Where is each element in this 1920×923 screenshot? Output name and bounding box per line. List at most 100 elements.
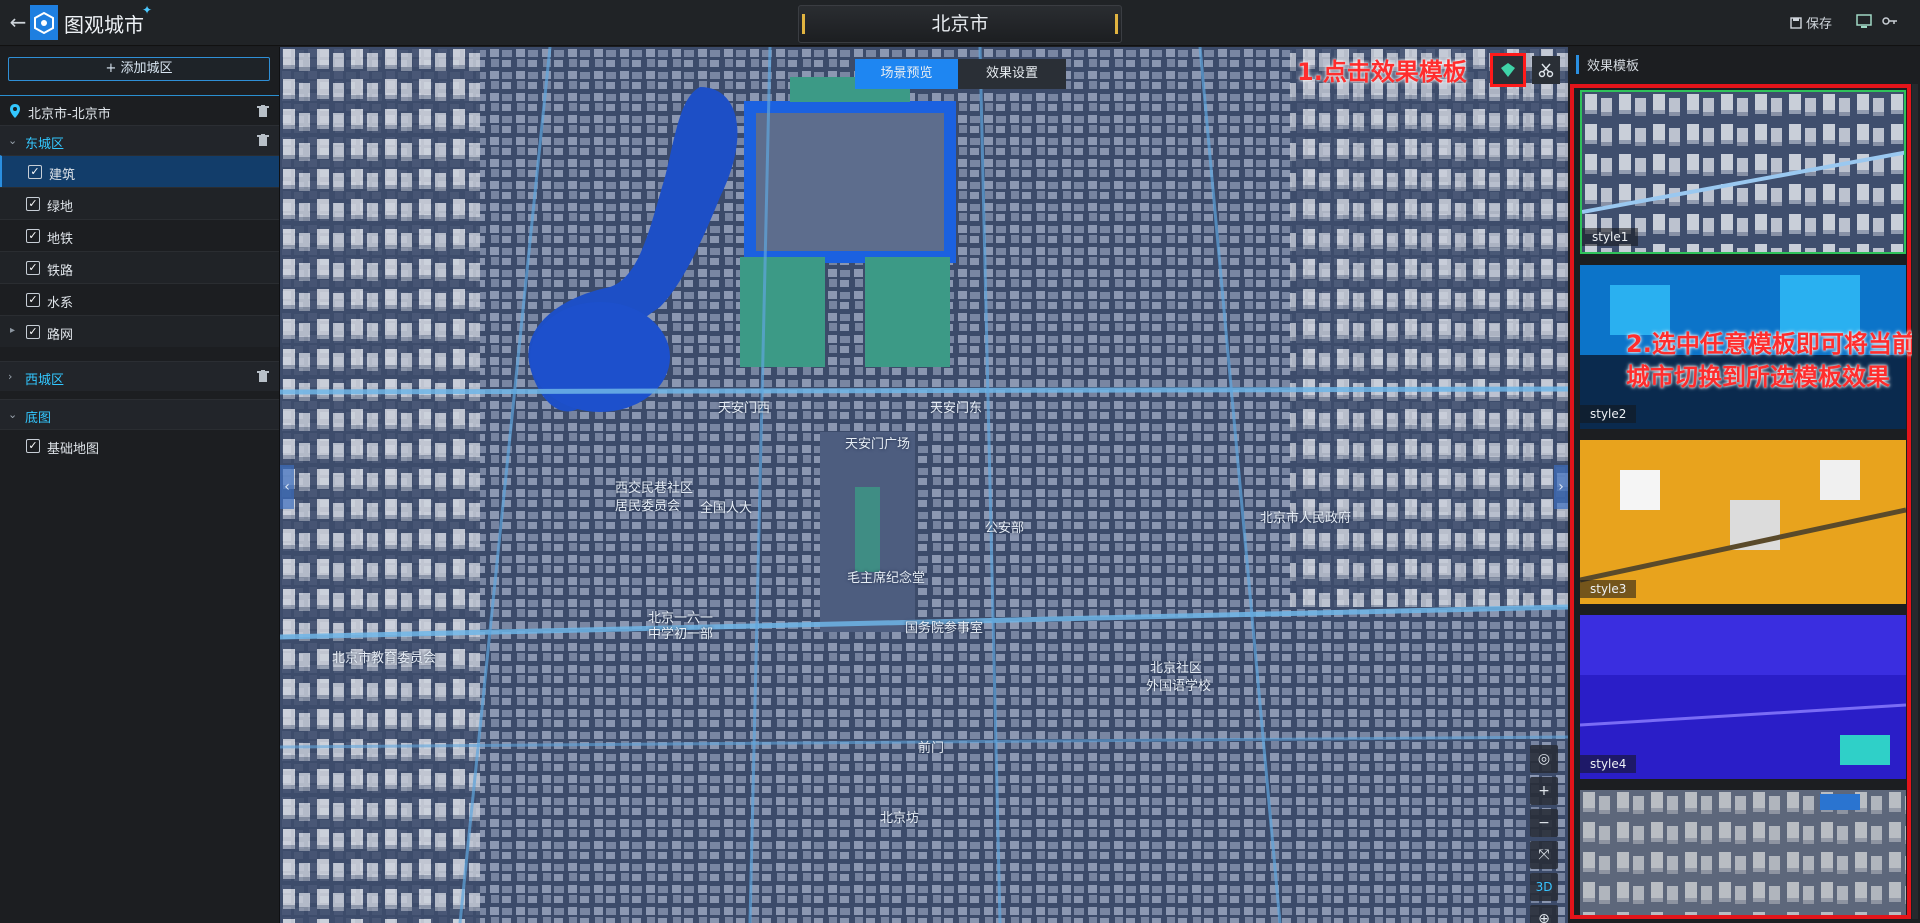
checkbox[interactable]: ✓ xyxy=(26,293,40,307)
map-label: 中学初一部 xyxy=(648,627,714,642)
map-label: 前门 xyxy=(918,741,945,756)
city-title-tab: 北京市 xyxy=(798,5,1122,43)
layer-item-greenland[interactable]: ✓ 绿地 xyxy=(0,187,279,219)
app-title: 图观城市 xyxy=(64,13,144,37)
city-label: 北京市-北京市 xyxy=(28,107,111,122)
map-label: 北京市人民政府 xyxy=(1260,511,1352,526)
add-district-button[interactable]: + 添加城区 xyxy=(8,57,270,81)
template-label: style4 xyxy=(1580,755,1637,773)
template-card-style4[interactable]: style4 xyxy=(1580,615,1906,779)
panel-scrollbar[interactable] xyxy=(1912,84,1918,919)
back-arrow-icon[interactable]: ← xyxy=(6,10,30,34)
template-list-highlight: style1 style2 style3 style4 2.选中任意模板即可将当… xyxy=(1570,84,1916,919)
checkbox[interactable]: ✓ xyxy=(28,165,42,179)
zoom-in-icon[interactable]: + xyxy=(1530,777,1558,805)
map-label: 北京社区 xyxy=(1150,661,1203,676)
template-card-style5[interactable] xyxy=(1580,790,1906,915)
tab-effect-settings[interactable]: 效果设置 xyxy=(958,59,1066,89)
group-basemap[interactable]: ⌄ 底图 xyxy=(0,399,279,429)
scissors-icon xyxy=(1538,63,1554,78)
layer-label: 绿地 xyxy=(47,200,74,215)
template-label: style1 xyxy=(1582,228,1639,246)
effect-template-panel: 效果模板 style1 style2 style3 style4 2.选中任意模… xyxy=(1568,47,1920,923)
checkbox[interactable]: ✓ xyxy=(26,439,40,453)
template-card-style3[interactable]: style3 xyxy=(1580,440,1906,604)
locate-icon[interactable]: ⊕ xyxy=(1530,905,1558,923)
template-icon xyxy=(1501,63,1515,77)
save-button[interactable]: 保存 xyxy=(1790,13,1832,32)
map-label: 外国语学校 xyxy=(1146,679,1212,694)
logo-icon xyxy=(34,11,54,34)
top-bar: ← 图观城市 ✦ 北京市 保存 xyxy=(0,0,1920,46)
layer-item-basemap[interactable]: ✓ 基础地图 xyxy=(0,429,279,461)
save-label: 保存 xyxy=(1806,17,1833,32)
3d-toggle-button[interactable]: 3D xyxy=(1530,873,1558,901)
trash-icon[interactable] xyxy=(257,134,269,147)
map-label: 全国人大 xyxy=(700,501,753,516)
checkbox[interactable]: ✓ xyxy=(26,261,40,275)
template-card-style1[interactable]: style1 xyxy=(1580,90,1906,254)
layer-label: 地铁 xyxy=(47,232,74,247)
collapse-left-arrow-icon[interactable]: ‹ xyxy=(280,465,294,509)
map-label: 天安门东 xyxy=(930,401,983,416)
app-logo xyxy=(30,5,58,40)
layer-sidebar: + 添加城区 北京市-北京市 ⌄ 东城区 ✓ 建筑 ✓ 绿地 ✓ 地铁 ✓ 铁路… xyxy=(0,47,280,923)
map-label: 天安门广场 xyxy=(845,437,911,452)
layer-item-water[interactable]: ✓ 水系 xyxy=(0,283,279,315)
annotation-step-1: 1.点击效果模板 xyxy=(1297,58,1467,86)
layer-label: 建筑 xyxy=(49,168,76,183)
map-controls: ◎ + − ⤧ 3D ⊕ xyxy=(1530,745,1558,923)
chevron-down-icon: ⌄ xyxy=(8,134,18,147)
annotation-step-2: 2.选中任意模板即可将当前城市切换到所选模板效果 xyxy=(1626,330,1916,391)
layer-label: 水系 xyxy=(47,296,74,311)
chevron-down-icon: ⌄ xyxy=(8,408,18,421)
layer-item-subway[interactable]: ✓ 地铁 xyxy=(0,219,279,251)
map-label: 公安部 xyxy=(985,521,1025,536)
city-row[interactable]: 北京市-北京市 xyxy=(0,95,279,125)
trash-icon[interactable] xyxy=(257,370,269,383)
checkbox[interactable]: ✓ xyxy=(26,325,40,339)
template-preview xyxy=(1580,790,1906,915)
tab-scene-preview[interactable]: 场景预览 xyxy=(855,59,958,89)
screen-icon[interactable] xyxy=(1855,12,1873,30)
key-icon[interactable] xyxy=(1881,12,1899,30)
layer-label: 铁路 xyxy=(47,264,74,279)
trash-icon[interactable] xyxy=(257,105,269,118)
layer-item-roads[interactable]: ▸ ✓ 路网 xyxy=(0,315,279,347)
panel-title: 效果模板 xyxy=(1576,55,1639,74)
scissors-button[interactable] xyxy=(1532,56,1560,84)
expand-arrow-icon[interactable]: ▸ xyxy=(10,325,15,336)
map-label: 北京市教育委员会 xyxy=(332,651,437,666)
map-viewport[interactable]: 天安门西 天安门东 天安门广场 全国人大 西交民巷社区 居民委员会 北京一六一 … xyxy=(280,47,1568,923)
effect-template-button[interactable] xyxy=(1490,53,1526,87)
compass-icon[interactable]: ◎ xyxy=(1530,745,1558,773)
layer-item-buildings[interactable]: ✓ 建筑 xyxy=(0,155,279,187)
collapse-right-arrow-icon[interactable]: › xyxy=(1554,465,1568,509)
template-label: style2 xyxy=(1580,405,1637,423)
layer-item-railway[interactable]: ✓ 铁路 xyxy=(0,251,279,283)
layer-label: 基础地图 xyxy=(47,442,100,457)
group-label: 西城区 xyxy=(25,373,65,388)
sparkle-icon: ✦ xyxy=(142,3,153,17)
zoom-out-icon[interactable]: − xyxy=(1530,809,1558,837)
group-label: 东城区 xyxy=(25,137,65,152)
map-label: 西交民巷社区 xyxy=(615,481,694,496)
map-canvas xyxy=(280,47,1568,923)
map-label: 国务院参事室 xyxy=(905,621,984,636)
map-label: 天安门西 xyxy=(718,401,771,416)
layer-label: 路网 xyxy=(47,328,74,343)
group-xicheng[interactable]: › 西城区 xyxy=(0,361,279,391)
save-icon xyxy=(1790,16,1802,29)
map-label: 居民委员会 xyxy=(615,499,681,514)
template-label: style3 xyxy=(1580,580,1637,598)
checkbox[interactable]: ✓ xyxy=(26,229,40,243)
view-mode-toggle: 场景预览 效果设置 xyxy=(855,59,1066,89)
group-label: 底图 xyxy=(25,411,52,426)
map-label: 北京坊 xyxy=(880,811,920,826)
checkbox[interactable]: ✓ xyxy=(26,197,40,211)
fit-view-icon[interactable]: ⤧ xyxy=(1530,841,1558,869)
chevron-right-icon: › xyxy=(8,370,13,383)
group-dongcheng[interactable]: ⌄ 东城区 xyxy=(0,125,279,155)
map-label: 毛主席纪念堂 xyxy=(847,571,926,586)
location-pin-icon xyxy=(10,104,20,118)
